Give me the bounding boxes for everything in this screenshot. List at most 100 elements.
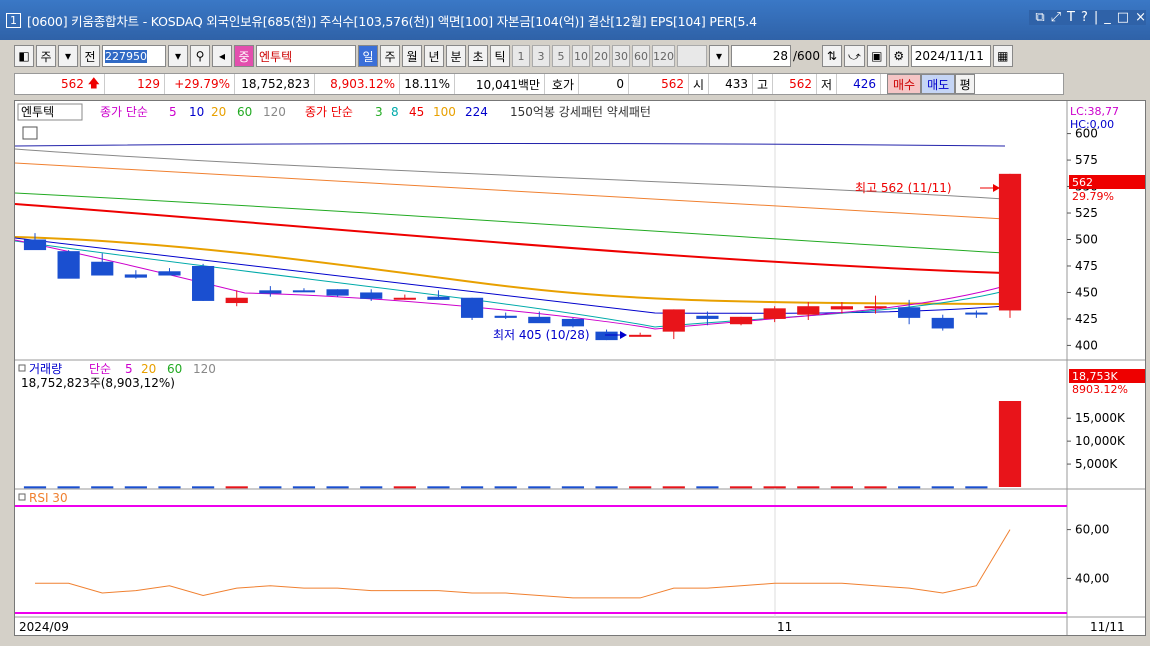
buy-button[interactable]: 매수 <box>887 74 922 94</box>
candle-body <box>931 317 954 329</box>
settings-icon[interactable]: ⚙ <box>888 45 909 67</box>
candle-body <box>158 271 181 276</box>
price-tick-label: 450 <box>1075 285 1098 299</box>
open-label: 시 <box>689 74 709 94</box>
period-year[interactable]: 년 <box>424 45 444 67</box>
volume-legend: 거래량 단순 5 20 60 120 18,752,823주(8,903,12%… <box>18 362 216 390</box>
interval-120[interactable]: 120 <box>652 45 675 67</box>
volume-bar <box>225 486 248 489</box>
volume-bar <box>561 486 585 489</box>
prev-icon[interactable]: ◂ <box>212 45 232 67</box>
volume-bar <box>965 486 988 489</box>
chart-menu-icon[interactable]: ◧ <box>14 45 34 67</box>
tool-icon[interactable]: ⇅ <box>821 45 842 67</box>
interval-custom[interactable] <box>677 45 707 67</box>
legend-stock[interactable]: 엔투텍 <box>21 105 54 119</box>
candle-body <box>662 309 685 332</box>
avg-button[interactable]: 평 <box>955 74 976 94</box>
legend-ma-title[interactable]: 종가 단순 <box>100 105 148 119</box>
candle-body <box>864 306 887 309</box>
period-minute[interactable]: 분 <box>446 45 466 67</box>
period-month[interactable]: 월 <box>402 45 422 67</box>
last-price-pct: 29.79% <box>1072 190 1114 203</box>
interval-10[interactable]: 10 <box>572 45 590 67</box>
volume-bar <box>797 486 820 489</box>
ask-value: 562 <box>629 74 689 94</box>
stock-name[interactable]: 엔투텍 <box>256 45 356 67</box>
rsi-y-axis: 60,00 40,00 <box>1067 523 1109 585</box>
legend-ma2-title[interactable]: 종가 단순 <box>305 105 353 119</box>
candle-body <box>192 265 215 301</box>
period-week[interactable]: 주 <box>380 45 400 67</box>
last-price-value: 562 <box>1072 176 1093 189</box>
prefix-button[interactable]: 전 <box>80 45 100 67</box>
code-dropdown-icon[interactable]: ▾ <box>168 45 188 67</box>
volume-bar <box>662 486 685 489</box>
candle-body <box>393 297 416 300</box>
price-y-axis: 600575550525500475450425400 <box>1067 127 1098 352</box>
candle-body <box>23 239 47 251</box>
interval-dropdown-icon[interactable]: ▾ <box>709 45 729 67</box>
legend-ma-20: 20 <box>211 105 226 119</box>
minimize-icon[interactable]: _ <box>1104 10 1111 25</box>
lc-label: LC:38,77 <box>1070 105 1119 118</box>
volume-legend-60: 60 <box>167 362 182 376</box>
help-icon[interactable]: ? <box>1081 10 1088 25</box>
candle-body <box>797 306 820 315</box>
volume-bar <box>763 486 786 489</box>
rsi-legend[interactable]: RSI 30 <box>29 491 68 505</box>
legend-pattern[interactable]: 150억봉 강세패턴 약세패턴 <box>510 104 651 119</box>
stock-code: 227950 <box>105 49 147 63</box>
trend-icon[interactable]: ⤻ <box>843 45 865 67</box>
interval-1[interactable]: 1 <box>512 45 530 67</box>
volume-bar <box>898 486 921 489</box>
volume-bar <box>158 486 181 489</box>
date-input[interactable]: 2024/11/11 <box>910 45 991 67</box>
candle-body <box>595 331 618 341</box>
x-label-month: 11 <box>777 620 792 634</box>
font-icon[interactable]: T <box>1067 10 1075 25</box>
chart-area[interactable]: 엔투텍 종가 단순 5 10 20 60 120 종가 단순 3 8 45 10… <box>14 100 1146 636</box>
grid-toggle-icon[interactable] <box>22 126 38 140</box>
volume-bars <box>23 401 1022 489</box>
volume-legend-title[interactable]: 거래량 <box>29 362 62 376</box>
period-day[interactable]: 일 <box>358 45 378 67</box>
candle-body <box>57 251 80 279</box>
interval-5[interactable]: 5 <box>552 45 570 67</box>
calendar-icon[interactable]: ▦ <box>992 45 1013 67</box>
interval-3[interactable]: 3 <box>532 45 550 67</box>
stock-code-input[interactable]: 227950 <box>102 45 166 67</box>
candle-body <box>830 306 853 310</box>
save-icon[interactable]: ▣ <box>866 45 887 67</box>
kind-select[interactable]: 주 <box>36 45 56 67</box>
x-label-start: 2024/09 <box>19 620 69 634</box>
price-tick-label: 525 <box>1075 206 1098 220</box>
candle-body <box>460 297 484 318</box>
price-change-pct: +29.79% <box>165 74 235 94</box>
bar-count-input[interactable]: 28 <box>731 45 791 67</box>
interval-20[interactable]: 20 <box>592 45 610 67</box>
bar-count-total: /600 <box>793 49 820 63</box>
interval-30[interactable]: 30 <box>612 45 630 67</box>
volume-bar <box>427 486 450 489</box>
volume-tick-label: 15,000K <box>1075 411 1126 425</box>
legend-ma-10: 10 <box>189 105 204 119</box>
separator: | <box>1093 10 1099 25</box>
volume-y-axis: 15,000K 10,000K 5,000K <box>1067 411 1126 471</box>
close-icon[interactable]: × <box>1135 10 1146 25</box>
low-label: 저 <box>817 74 837 94</box>
dropdown-icon[interactable]: ▾ <box>58 45 78 67</box>
bar-count: 28 <box>772 49 788 63</box>
price-tick-label: 475 <box>1075 259 1098 273</box>
period-tick[interactable]: 틱 <box>490 45 510 67</box>
window-maximize-icon[interactable]: □ <box>1117 10 1129 25</box>
restore-icon[interactable]: ⧉ <box>1035 10 1044 25</box>
search-icon[interactable]: ⚲ <box>190 45 210 67</box>
legend-ma-5: 5 <box>169 105 177 119</box>
interval-60[interactable]: 60 <box>632 45 650 67</box>
period-second[interactable]: 초 <box>468 45 488 67</box>
maximize-icon[interactable]: ⤢ <box>1051 10 1061 25</box>
sell-button[interactable]: 매도 <box>921 74 956 94</box>
candle-body <box>91 261 114 276</box>
chart-svg[interactable]: 엔투텍 종가 단순 5 10 20 60 120 종가 단순 3 8 45 10… <box>14 101 1145 635</box>
